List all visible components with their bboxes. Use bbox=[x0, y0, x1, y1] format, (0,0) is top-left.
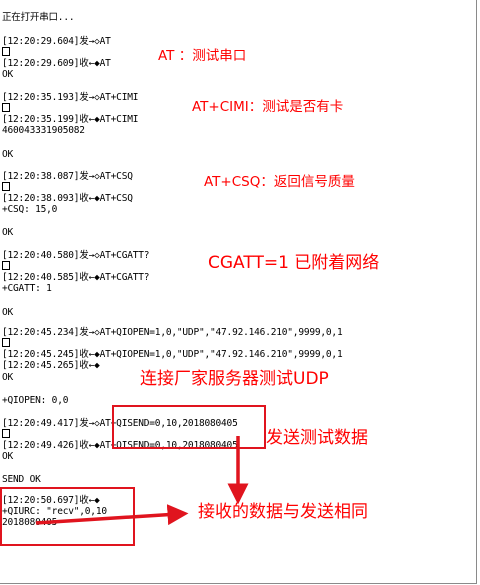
annotation-arrows bbox=[35, 436, 249, 526]
arrow-right-icon bbox=[35, 504, 189, 526]
